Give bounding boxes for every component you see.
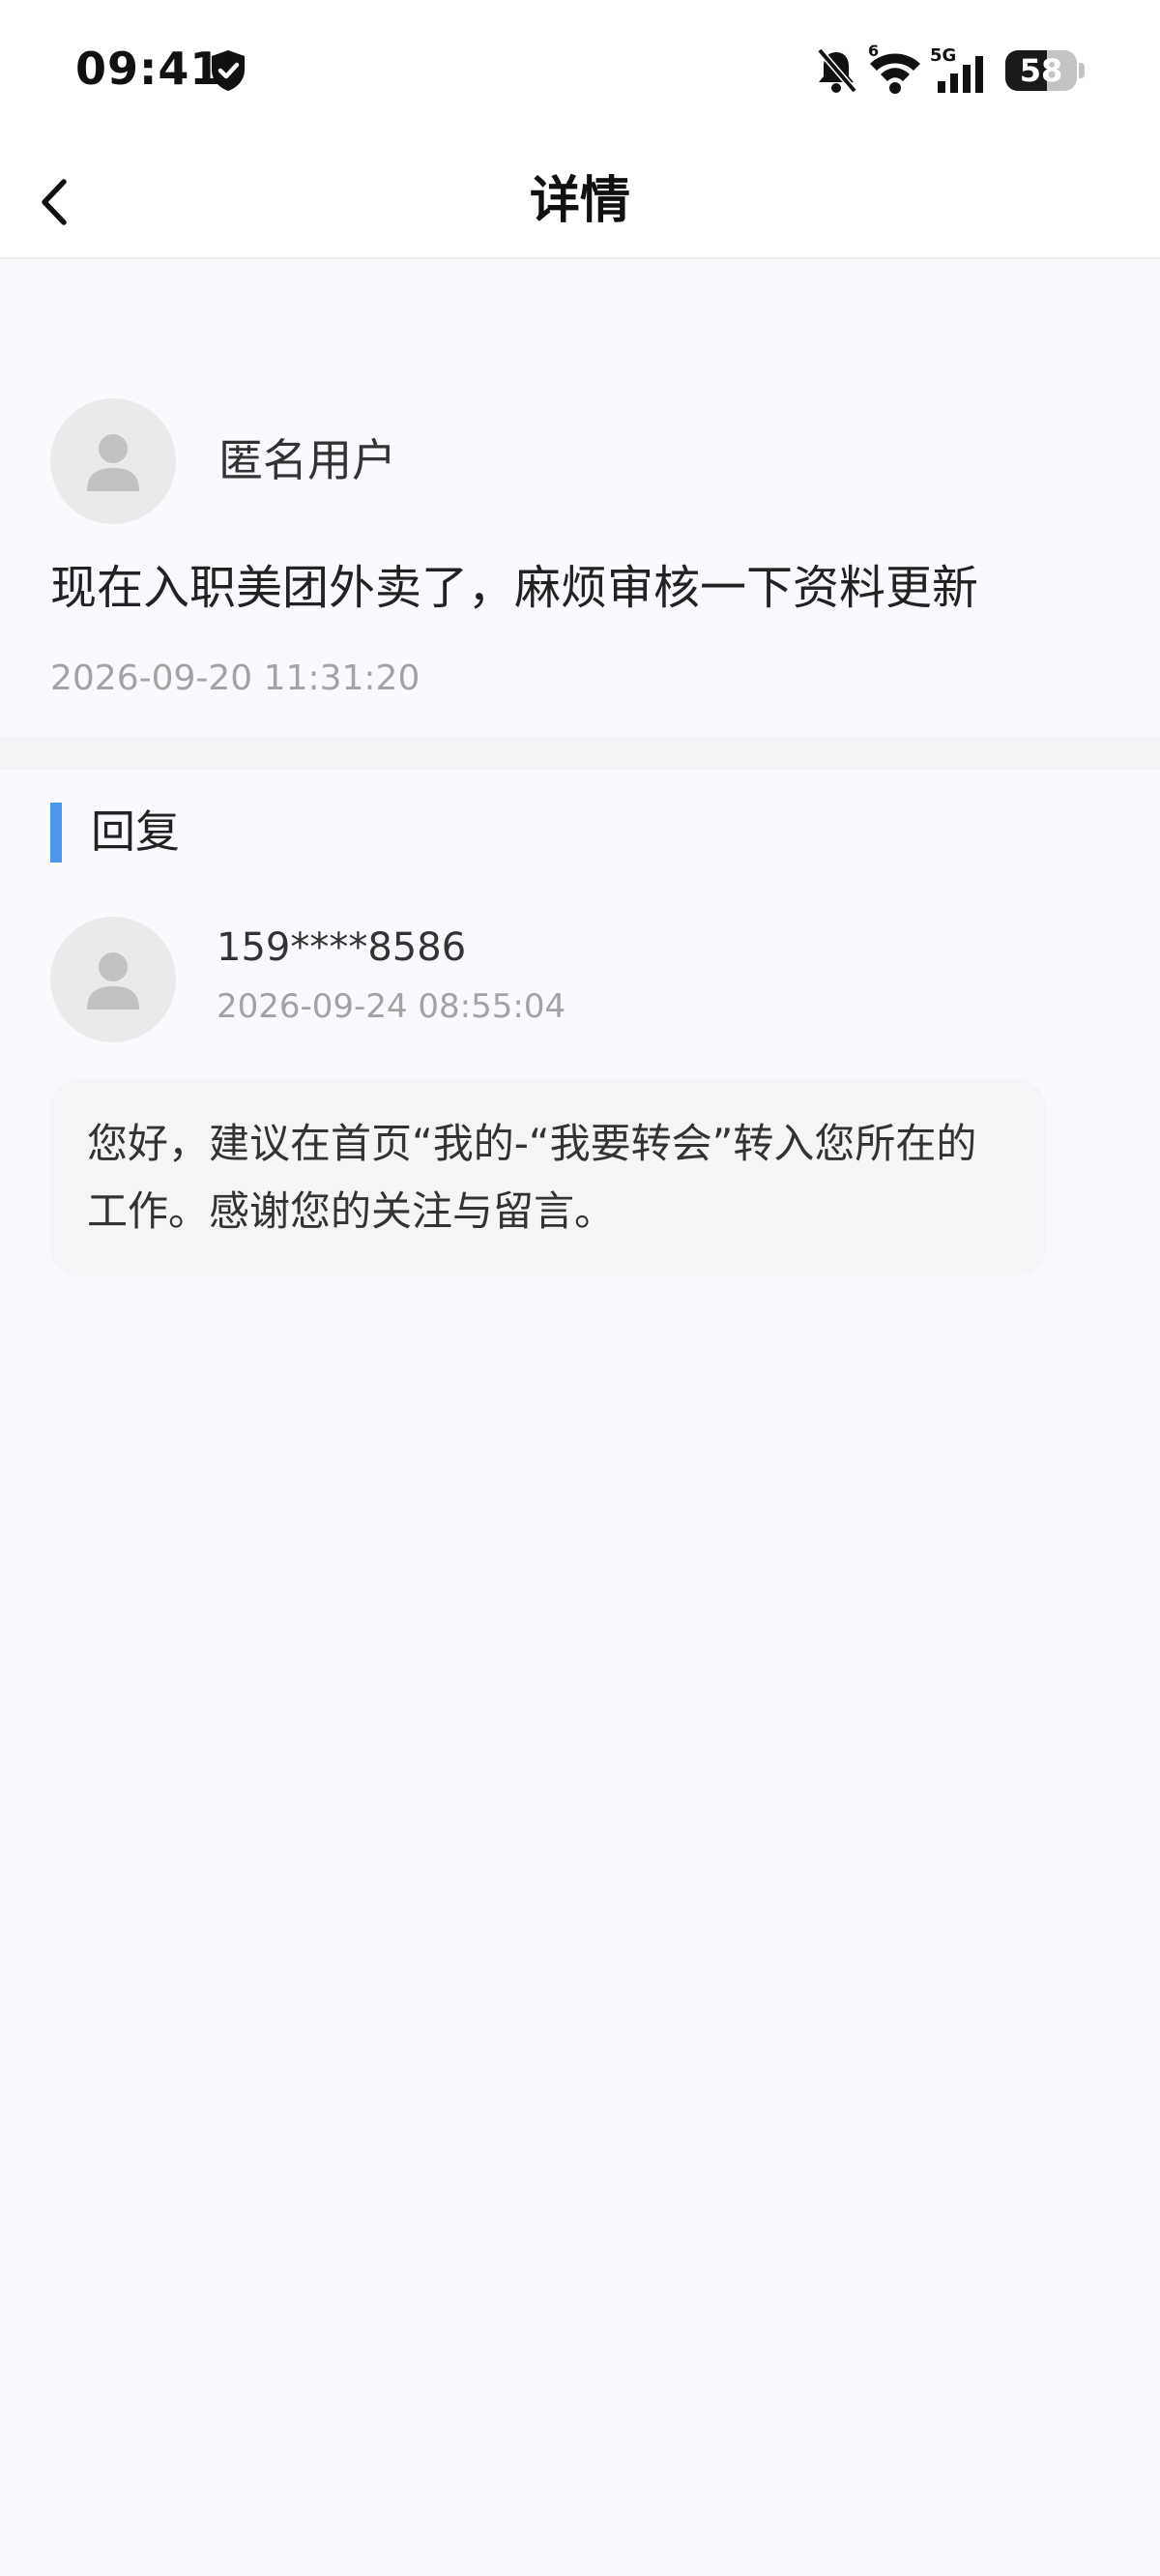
signal-bars-icon: 5G <box>930 45 983 93</box>
reply-content: 您好，建议在首页“我的-“我要转会”转入您所在的工作。感谢您的关注与留言。 <box>87 1120 977 1235</box>
avatar <box>50 398 176 524</box>
status-bar: 09:41 6 5G 58 <box>0 0 1160 145</box>
page-title: 详情 <box>529 172 630 230</box>
wifi-icon: 6 <box>868 44 920 94</box>
reply-timestamp: 2026-09-24 08:55:04 <box>217 987 566 1026</box>
reply-bubble: 您好，建议在首页“我的-“我要转会”转入您所在的工作。感谢您的关注与留言。 <box>50 1079 1046 1276</box>
reply-accent-bar <box>50 803 62 863</box>
section-divider <box>0 737 1160 770</box>
reply-user-phone: 159****8586 <box>217 925 467 970</box>
status-time: 09:41 <box>75 43 222 95</box>
avatar <box>50 917 176 1042</box>
question-card: 匿名用户 现在入职美团外卖了，麻烦审核一下资料更新 2026-09-20 11:… <box>0 259 1160 737</box>
battery-cap <box>1079 63 1085 78</box>
bell-off-icon <box>817 47 857 94</box>
reply-section-title: 回复 <box>91 805 180 858</box>
reply-section: 回复 159****8586 2026-09-24 08:55:04 您好，建议… <box>0 770 1160 2576</box>
battery-level: 58 <box>1019 52 1063 89</box>
battery-body: 58 <box>1005 50 1077 91</box>
person-placeholder-icon <box>87 952 139 1010</box>
nav-bar: 详情 <box>0 145 1160 259</box>
question-content: 现在入职美团外卖了，麻烦审核一下资料更新 <box>50 561 979 615</box>
question-timestamp: 2026-09-20 11:31:20 <box>50 659 420 698</box>
person-placeholder-icon <box>87 434 139 491</box>
wifi-badge: 6 <box>868 44 879 60</box>
battery-indicator: 58 <box>1005 50 1085 91</box>
question-user-name: 匿名用户 <box>218 434 396 486</box>
chevron-left-icon[interactable] <box>27 168 85 236</box>
network-type: 5G <box>930 45 956 66</box>
detail-page: 09:41 6 5G 58 详情 匿名用户 现在入职美团外卖了，麻烦审核一下资料… <box>0 0 1160 2576</box>
shield-check-icon <box>212 50 245 91</box>
